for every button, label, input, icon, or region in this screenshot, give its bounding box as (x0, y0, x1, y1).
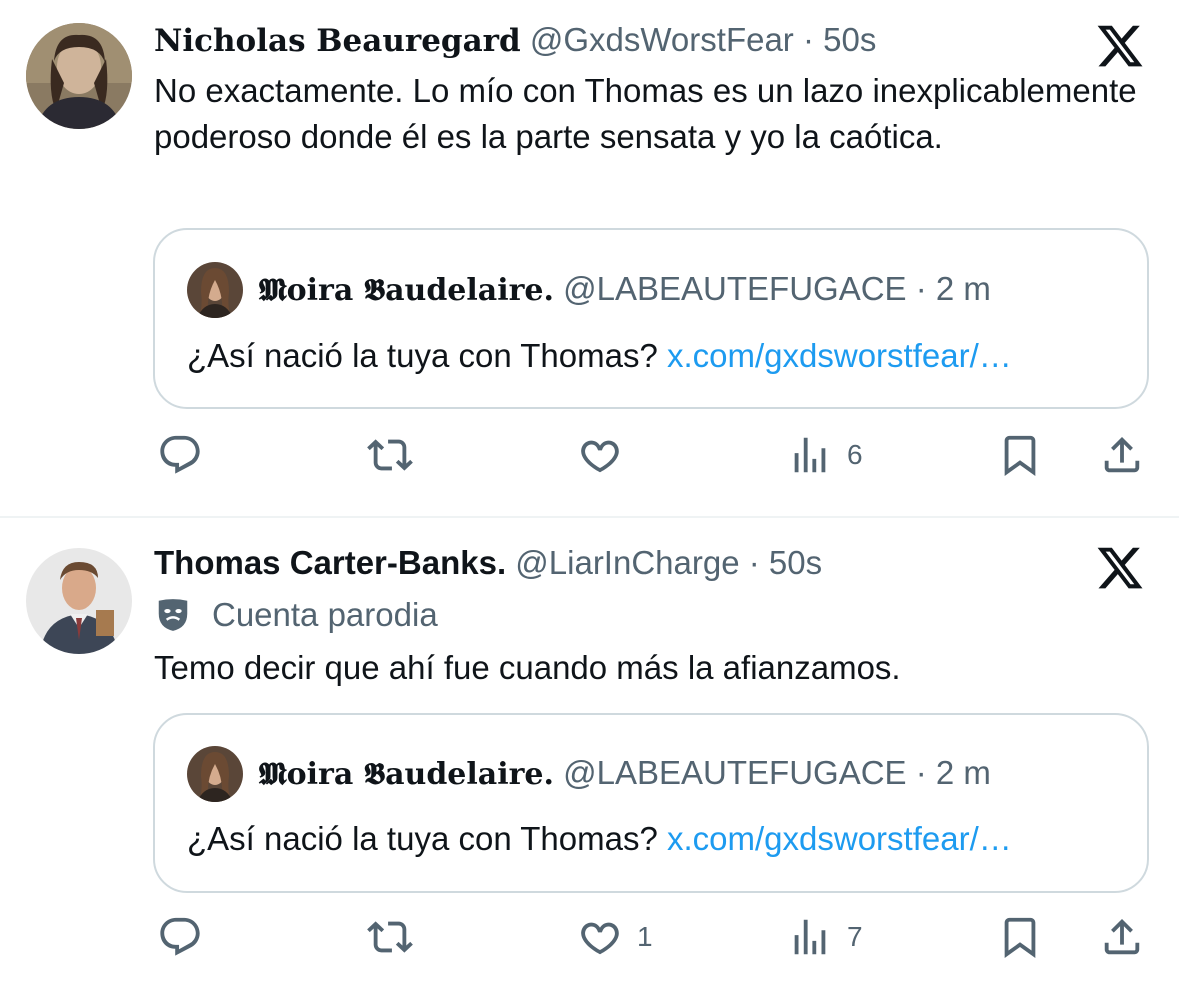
share-icon (1104, 918, 1140, 955)
quoted-text-body: ¿Así nació la tuya con Thomas? (187, 820, 658, 857)
quoted-tweet[interactable]: 𝕸oira 𝕭audelaire. @LABEAUTEFUGACE · 2 m … (153, 713, 1149, 893)
share-button[interactable] (1099, 432, 1145, 478)
x-logo-icon (1097, 547, 1143, 589)
retweet-button[interactable] (367, 914, 413, 960)
like-button[interactable]: 1 (577, 914, 653, 960)
heart-icon (581, 922, 619, 955)
quoted-avatar[interactable] (187, 262, 243, 318)
quoted-link[interactable]: x.com/gxdsworstfear/… (667, 337, 1012, 374)
quoted-timestamp[interactable]: 2 m (936, 754, 991, 791)
reply-button[interactable] (157, 432, 203, 478)
views-button[interactable]: 7 (787, 914, 863, 960)
user-handle[interactable]: @LiarInCharge (515, 544, 739, 581)
parody-label: Cuenta parodia (154, 596, 438, 634)
views-icon (794, 437, 826, 473)
parody-label-text: Cuenta parodia (212, 596, 438, 633)
share-button[interactable] (1099, 914, 1145, 960)
quoted-header: 𝕸oira 𝕭audelaire. @LABEAUTEFUGACE · 2 m (259, 753, 991, 795)
separator-dot: · (915, 270, 927, 307)
tweet[interactable]: Thomas Carter-Banks. @LiarInCharge · 50s… (0, 518, 1179, 992)
quoted-display-name[interactable]: 𝕸oira 𝕭audelaire. (259, 757, 554, 792)
tweet-header: Nicholas Beauregard @GxdsWorstFear · 50s (154, 20, 876, 61)
tweet-text: Temo decir que ahí fue cuando más la afi… (154, 649, 901, 686)
like-count: 1 (637, 921, 653, 952)
timestamp[interactable]: 50s (823, 21, 876, 58)
avatar[interactable] (26, 23, 132, 129)
tweet[interactable]: Nicholas Beauregard @GxdsWorstFear · 50s… (0, 0, 1179, 516)
retweet-icon (367, 921, 413, 953)
quoted-timestamp[interactable]: 2 m (936, 270, 991, 307)
separator-dot: · (915, 754, 927, 791)
quoted-user-handle[interactable]: @LABEAUTEFUGACE (563, 754, 906, 791)
theater-mask-icon (158, 599, 188, 631)
timestamp[interactable]: 50s (769, 544, 822, 581)
tweet-header: Thomas Carter-Banks. @LiarInCharge · 50s (154, 543, 822, 583)
views-button[interactable]: 6 (787, 432, 863, 478)
views-count: 7 (847, 921, 863, 952)
quoted-text-body: ¿Así nació la tuya con Thomas? (187, 337, 658, 374)
quoted-avatar[interactable] (187, 746, 243, 802)
quoted-user-handle[interactable]: @LABEAUTEFUGACE (563, 270, 906, 307)
share-icon (1104, 436, 1140, 473)
bookmark-button[interactable] (997, 432, 1043, 478)
reply-button[interactable] (157, 914, 203, 960)
x-logo-icon (1097, 25, 1143, 67)
reply-icon (160, 917, 200, 956)
separator-dot: · (802, 21, 814, 58)
views-count: 6 (847, 439, 863, 470)
quoted-header: 𝕸oira 𝕭audelaire. @LABEAUTEFUGACE · 2 m (259, 269, 991, 311)
quoted-tweet[interactable]: 𝕸oira 𝕭audelaire. @LABEAUTEFUGACE · 2 m … (153, 228, 1149, 409)
retweet-icon (367, 439, 413, 471)
action-bar: 1 7 (0, 914, 1179, 964)
quoted-link[interactable]: x.com/gxdsworstfear/… (667, 820, 1012, 857)
quoted-display-name[interactable]: 𝕸oira 𝕭audelaire. (259, 273, 554, 308)
quoted-text: ¿Así nació la tuya con Thomas? x.com/gxd… (187, 819, 1117, 859)
display-name[interactable]: Thomas Carter-Banks. (154, 544, 506, 581)
display-name[interactable]: Nicholas Beauregard (154, 23, 521, 59)
bookmark-button[interactable] (997, 914, 1043, 960)
avatar[interactable] (26, 548, 132, 654)
retweet-button[interactable] (367, 432, 413, 478)
reply-icon (160, 435, 200, 474)
like-button[interactable] (577, 432, 637, 478)
views-icon (794, 919, 826, 955)
bookmark-icon (1004, 917, 1036, 958)
heart-icon (581, 440, 619, 473)
bookmark-icon (1004, 435, 1036, 476)
separator-dot: · (748, 544, 760, 581)
action-bar: 6 (0, 432, 1179, 482)
user-handle[interactable]: @GxdsWorstFear (530, 21, 794, 58)
quoted-text: ¿Así nació la tuya con Thomas? x.com/gxd… (187, 336, 1117, 376)
tweet-text: No exactamente. Lo mío con Thomas es un … (154, 72, 1137, 155)
